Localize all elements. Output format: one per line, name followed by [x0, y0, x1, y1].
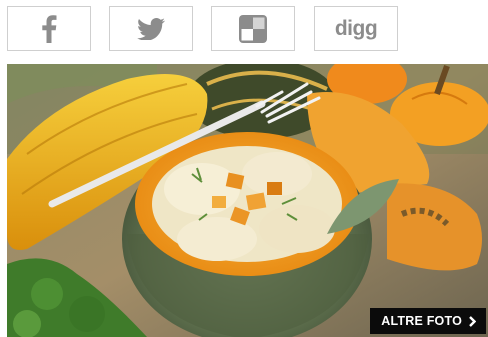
pumpkin-ravioli-photo [7, 64, 488, 337]
digg-share-button[interactable]: digg [314, 6, 398, 51]
twitter-share-button[interactable] [109, 6, 193, 51]
delicious-icon [239, 14, 267, 43]
digg-icon: digg [334, 16, 378, 40]
chevron-right-icon [469, 315, 476, 327]
facebook-icon [42, 14, 57, 43]
more-photos-button[interactable]: ALTRE FOTO [370, 308, 486, 334]
facebook-share-button[interactable] [7, 6, 91, 51]
gallery-photo[interactable]: ALTRE FOTO [7, 64, 488, 337]
share-bar: digg [7, 6, 399, 54]
more-photos-label: ALTRE FOTO [381, 314, 462, 328]
twitter-icon [137, 17, 165, 40]
delicious-share-button[interactable] [211, 6, 295, 51]
